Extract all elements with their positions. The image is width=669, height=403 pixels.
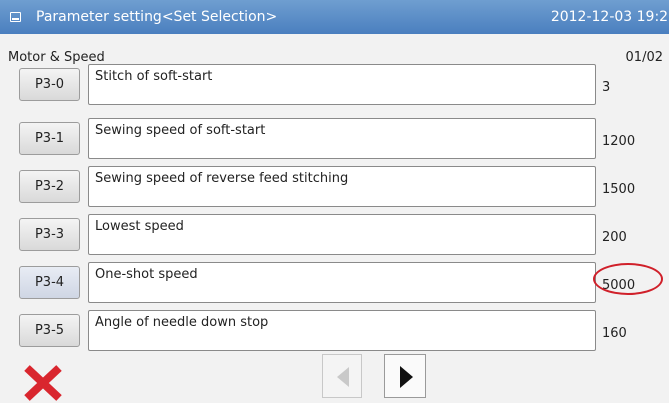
- param-button[interactable]: P3-5: [19, 314, 80, 347]
- param-name-box[interactable]: Sewing speed of soft-start: [88, 118, 596, 159]
- page-number: 01/02: [625, 50, 663, 65]
- param-button[interactable]: P3-1: [19, 122, 80, 155]
- param-name-box[interactable]: Sewing speed of reverse feed stitching: [88, 166, 596, 207]
- close-icon: [24, 365, 62, 401]
- param-name-box[interactable]: Lowest speed: [88, 214, 596, 255]
- param-button[interactable]: P3-2: [19, 170, 80, 203]
- next-page-button[interactable]: [384, 354, 426, 398]
- param-name-box[interactable]: Angle of needle down stop: [88, 310, 596, 351]
- param-row: P3-2 Sewing speed of reverse feed stitch…: [0, 166, 669, 207]
- param-value: 3: [602, 80, 611, 95]
- param-value: 1200: [602, 134, 636, 149]
- param-button[interactable]: P3-3: [19, 218, 80, 251]
- param-row: P3-3 Lowest speed 200: [0, 214, 669, 255]
- param-row: P3-4 One-shot speed 5000: [0, 262, 669, 303]
- title-bar: Parameter setting<Set Selection> 2012-12…: [0, 0, 669, 34]
- param-row: P3-0 Stitch of soft-start 3: [0, 64, 669, 105]
- param-row: P3-5 Angle of needle down stop 160: [0, 310, 669, 351]
- param-name-box[interactable]: Stitch of soft-start: [88, 64, 596, 105]
- param-value: 200: [602, 230, 627, 245]
- param-button[interactable]: P3-4: [19, 266, 80, 299]
- section-title: Motor & Speed: [8, 50, 105, 65]
- arrow-left-icon: [337, 367, 349, 387]
- window-title: Parameter setting<Set Selection>: [36, 9, 278, 25]
- window-icon: [10, 12, 21, 22]
- param-row: P3-1 Sewing speed of soft-start 1200: [0, 118, 669, 159]
- cancel-button[interactable]: [21, 364, 65, 402]
- param-button[interactable]: P3-0: [19, 68, 80, 101]
- highlight-circle: [593, 263, 663, 295]
- param-value: 1500: [602, 182, 636, 197]
- param-name-box[interactable]: One-shot speed: [88, 262, 596, 303]
- prev-page-button[interactable]: [322, 354, 362, 398]
- date-time: 2012-12-03 19:25: [550, 9, 669, 25]
- arrow-right-icon: [400, 366, 413, 388]
- param-value: 160: [602, 326, 627, 341]
